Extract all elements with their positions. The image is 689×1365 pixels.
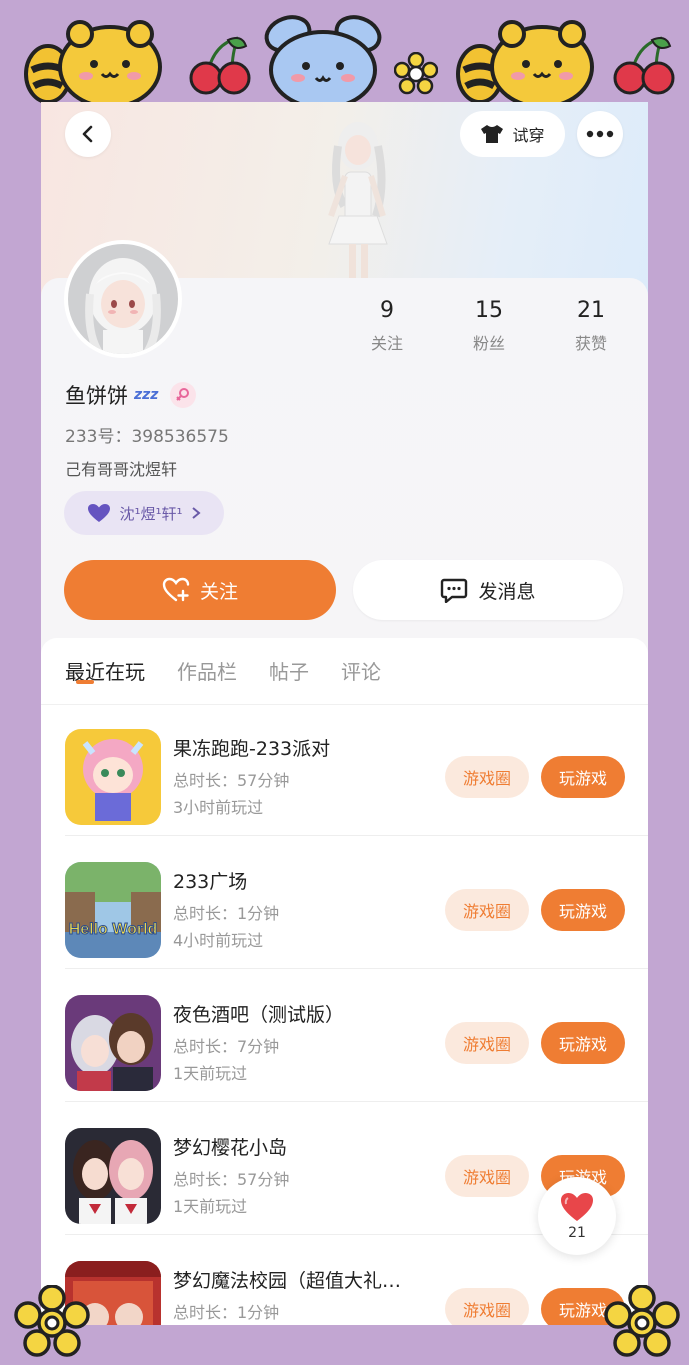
tab-comments[interactable]: 评论 xyxy=(341,656,381,685)
cherry-sticker-right xyxy=(613,36,675,95)
more-button[interactable] xyxy=(577,111,623,157)
play-game-button[interactable]: 玩游戏 xyxy=(541,756,625,798)
flower-sticker-bottom-left xyxy=(14,1285,90,1357)
game-duration: 总时长：7分钟 xyxy=(173,1037,280,1056)
raccoon-sticker-right xyxy=(456,20,594,109)
female-gender-icon xyxy=(170,382,197,408)
send-message-label: 发消息 xyxy=(478,580,536,603)
sleep-badge: zzz xyxy=(134,387,159,403)
back-button[interactable] xyxy=(65,111,111,157)
nickname: 鱼饼饼 xyxy=(65,384,128,408)
profile-tabs: 最近在玩 作品栏 帖子 评论 xyxy=(65,656,381,685)
avatar-image xyxy=(68,244,178,354)
game-row[interactable]: Hello World 233广场 总时长：1分钟 4小时前玩过 游戏圈 玩游戏 xyxy=(65,837,648,969)
avatar-figure-image xyxy=(328,122,388,280)
chevron-left-icon xyxy=(82,125,93,143)
relation-label: 沈¹煜¹轩¹ xyxy=(119,504,183,523)
game-circle-button[interactable]: 游戏圈 xyxy=(445,1288,529,1325)
game-last-played: 1天前玩过 xyxy=(173,1197,248,1216)
play-game-button[interactable]: 玩游戏 xyxy=(541,889,625,931)
game-duration: 总时长：1分钟 xyxy=(173,904,280,923)
flower-sticker-top xyxy=(394,52,438,95)
heart-plus-icon xyxy=(162,577,190,602)
game-last-played: 3小时前玩过 xyxy=(173,798,264,817)
game-circle-button[interactable]: 游戏圈 xyxy=(445,1155,529,1197)
relation-tag[interactable]: 沈¹煜¹轩¹ xyxy=(64,491,224,535)
heart-icon xyxy=(88,504,111,522)
stat-fans-count: 15 xyxy=(475,298,503,323)
chevron-right-icon xyxy=(191,507,201,519)
avatar[interactable] xyxy=(64,240,182,358)
game-circle-button[interactable]: 游戏圈 xyxy=(445,889,529,931)
thumb-hello-world: Hello World xyxy=(69,921,158,938)
game-circle-button[interactable]: 游戏圈 xyxy=(445,756,529,798)
flower-sticker-bottom-right xyxy=(604,1285,680,1357)
more-icon xyxy=(586,130,614,138)
play-game-button[interactable]: 玩游戏 xyxy=(541,1022,625,1064)
game-circle-button[interactable]: 游戏圈 xyxy=(445,1022,529,1064)
stat-likes-count: 21 xyxy=(577,298,605,323)
row-divider xyxy=(65,968,648,969)
follow-button[interactable]: 关注 xyxy=(64,560,336,620)
stat-following-label: 关注 xyxy=(370,334,403,353)
game-name: 果冻跑跑-233派对 xyxy=(173,738,331,760)
cherry-sticker-left xyxy=(189,36,251,95)
bunny-sticker xyxy=(264,15,382,110)
heart-icon xyxy=(561,1193,593,1221)
send-message-button[interactable]: 发消息 xyxy=(353,560,623,620)
game-thumbnail xyxy=(65,995,161,1091)
stat-following[interactable]: 9 关注 xyxy=(336,298,438,354)
follow-label: 关注 xyxy=(199,580,238,603)
game-name: 夜色酒吧（测试版） xyxy=(173,1004,345,1026)
nickname-row: 鱼饼饼 zzz xyxy=(65,380,197,410)
game-last-played: 4小时前玩过 xyxy=(173,931,264,950)
shirt-icon xyxy=(481,125,504,143)
game-name: 233广场 xyxy=(173,871,248,893)
floating-like-button[interactable]: 21 xyxy=(538,1177,616,1255)
like-count: 21 xyxy=(568,1225,586,1241)
game-row[interactable]: 果冻跑跑-233派对 总时长：57分钟 3小时前玩过 游戏圈 玩游戏 xyxy=(65,704,648,836)
stat-fans[interactable]: 15 粉丝 xyxy=(438,298,540,354)
game-thumbnail xyxy=(65,1128,161,1224)
raccoon-sticker-left xyxy=(24,20,162,109)
row-divider xyxy=(65,1101,648,1102)
game-name: 梦幻樱花小岛 xyxy=(173,1137,288,1159)
stat-following-count: 9 xyxy=(380,298,394,323)
game-thumbnail: Hello World xyxy=(65,862,161,958)
game-duration: 总时长：57分钟 xyxy=(173,1170,290,1189)
chat-icon xyxy=(441,578,468,603)
try-on-label: 试穿 xyxy=(512,126,545,145)
row-divider xyxy=(65,835,648,836)
game-duration: 总时长：1分钟 xyxy=(173,1303,280,1322)
user-bio: 己有哥哥沈煜轩 xyxy=(65,460,178,479)
profile-screen: 试穿 9 关注 15 粉丝 21 获赞 鱼饼饼 zzz 233号：3985365… xyxy=(41,102,648,1325)
game-thumbnail xyxy=(65,729,161,825)
active-tab-indicator xyxy=(76,680,94,684)
game-name: 梦幻魔法校园（超值大礼… xyxy=(173,1270,402,1292)
tab-posts[interactable]: 帖子 xyxy=(269,656,309,685)
game-duration: 总时长：57分钟 xyxy=(173,771,290,790)
game-last-played: 1天前玩过 xyxy=(173,1064,248,1083)
game-row[interactable]: 夜色酒吧（测试版） 总时长：7分钟 1天前玩过 游戏圈 玩游戏 xyxy=(65,970,648,1102)
tab-works[interactable]: 作品栏 xyxy=(177,656,237,685)
try-on-button[interactable]: 试穿 xyxy=(460,111,565,157)
stat-likes[interactable]: 21 获赞 xyxy=(540,298,642,354)
game-row[interactable]: 梦幻魔法校园（超值大礼… 总时长：1分钟 游戏圈 玩游戏 xyxy=(65,1236,625,1325)
profile-stats: 9 关注 15 粉丝 21 获赞 xyxy=(336,298,642,354)
stat-likes-label: 获赞 xyxy=(574,334,607,353)
user-id: 233号：398536575 xyxy=(65,427,229,447)
stat-fans-label: 粉丝 xyxy=(472,334,505,353)
